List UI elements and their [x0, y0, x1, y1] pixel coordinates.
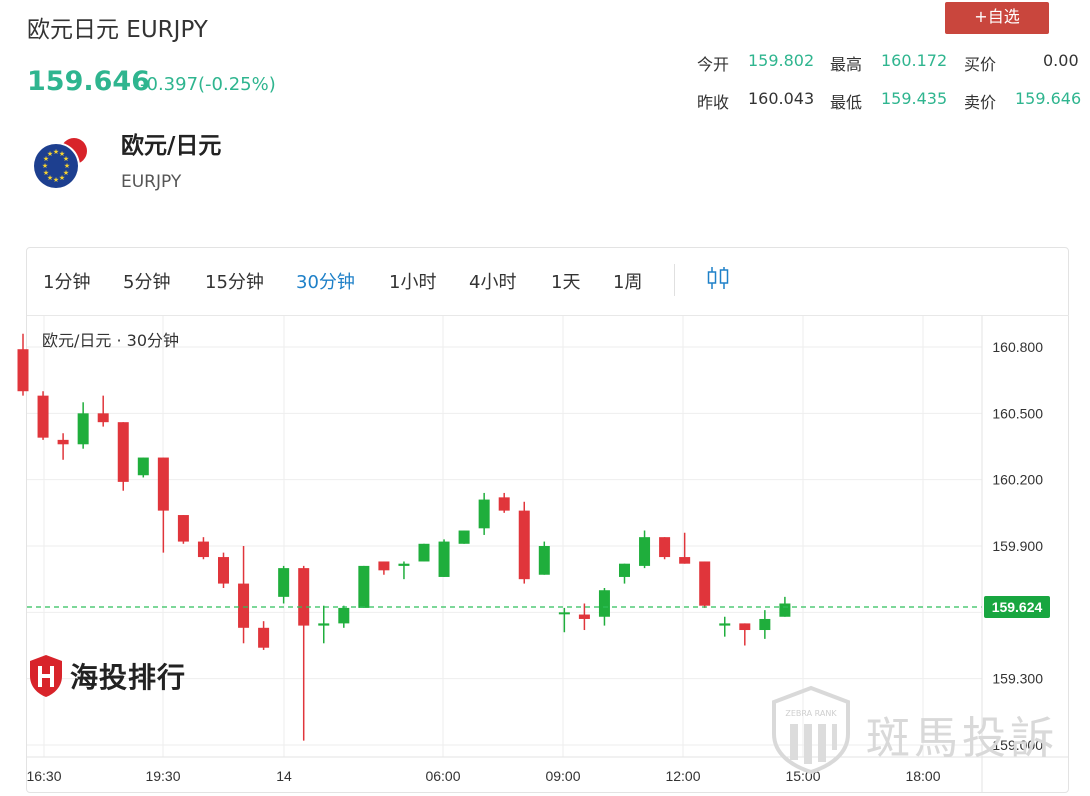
candle	[238, 546, 250, 644]
candle-body	[639, 537, 651, 566]
candle-body	[378, 561, 390, 571]
candle	[699, 561, 711, 608]
candle-body	[258, 627, 270, 648]
x-tick-label: 19:30	[145, 768, 180, 784]
candle-body	[418, 543, 430, 562]
shield-logo-icon	[30, 655, 62, 697]
zebra-badge-text: ZEBRA RANK	[785, 709, 837, 718]
candle	[77, 402, 89, 449]
x-tick-label: 16:30	[26, 768, 61, 784]
candle-body	[398, 563, 410, 566]
candle-body	[438, 541, 450, 577]
candle	[538, 541, 550, 575]
candle	[458, 530, 470, 544]
candle	[37, 391, 49, 440]
watermark-right: 斑馬投訴	[866, 713, 1058, 764]
current-price-tag-label: 159.624	[992, 599, 1043, 615]
candle-body	[699, 561, 711, 606]
candle-body	[37, 395, 49, 438]
candle-body	[478, 499, 490, 529]
candle-body	[538, 546, 550, 575]
y-tick-label: 160.200	[992, 472, 1043, 488]
candle	[398, 561, 410, 580]
candle	[498, 492, 510, 513]
candle	[157, 457, 169, 553]
candle-body	[338, 607, 350, 624]
candle	[558, 607, 570, 633]
candle	[197, 537, 209, 560]
candle-body	[318, 623, 330, 626]
chart-legend-title: 欧元/日元 · 30分钟	[42, 331, 179, 350]
candle	[117, 422, 129, 491]
candle	[438, 539, 450, 577]
candle-body	[358, 565, 370, 608]
candle-body	[679, 557, 691, 564]
candle-body	[619, 563, 630, 577]
candle	[518, 501, 530, 584]
y-tick-label: 159.900	[992, 538, 1043, 554]
candle	[719, 616, 731, 637]
x-tick-label: 18:00	[905, 768, 940, 784]
x-tick-label: 09:00	[545, 768, 580, 784]
candle-body	[238, 583, 250, 628]
candle-body	[77, 413, 89, 445]
candle	[137, 457, 149, 478]
current-price-tag: 159.624	[984, 596, 1050, 619]
candle	[218, 552, 229, 589]
candle-body	[117, 422, 129, 482]
candle	[679, 532, 691, 564]
candle	[739, 623, 751, 646]
candle-body	[518, 510, 530, 580]
candle-body	[598, 590, 610, 617]
candle	[478, 492, 490, 535]
candle-body	[157, 457, 169, 511]
candle-body	[659, 537, 671, 558]
candle-body	[498, 497, 510, 511]
candle-body	[218, 557, 229, 584]
y-tick-label: 160.500	[992, 405, 1043, 421]
candle-body	[779, 603, 791, 617]
y-tick-label: 160.800	[992, 339, 1043, 355]
candle	[298, 565, 310, 741]
candle	[97, 395, 109, 427]
x-tick-label: 12:00	[665, 768, 700, 784]
candle	[17, 333, 29, 396]
watermark-left: 海投排行	[70, 661, 187, 694]
candle-body	[278, 568, 290, 597]
candle-body	[57, 439, 69, 445]
candle-body	[739, 623, 751, 631]
candle-body	[558, 612, 570, 615]
candle-body	[197, 541, 209, 558]
candle	[759, 610, 771, 639]
candle	[258, 621, 270, 650]
candle	[358, 565, 370, 608]
candle-body	[177, 515, 189, 542]
candle-body	[458, 530, 470, 544]
candle-body	[97, 413, 109, 423]
candle	[57, 433, 69, 460]
candle-body	[298, 568, 310, 626]
y-tick-label: 159.300	[992, 671, 1043, 687]
candle-body	[17, 349, 29, 392]
zebra-badge-icon: ZEBRA RANK	[772, 685, 850, 774]
candle	[378, 561, 390, 575]
candle-body	[719, 623, 731, 626]
candle	[659, 537, 671, 560]
candle	[177, 515, 189, 544]
candle-body	[578, 614, 590, 619]
candle	[639, 530, 651, 569]
candle	[278, 565, 290, 604]
x-tick-label: 06:00	[425, 768, 460, 784]
candle	[619, 563, 630, 584]
candle-body	[137, 457, 149, 476]
candle	[338, 605, 350, 628]
x-tick-label: 14	[276, 768, 292, 784]
candle	[318, 605, 330, 644]
candle-body	[759, 618, 771, 631]
candle	[418, 543, 430, 562]
